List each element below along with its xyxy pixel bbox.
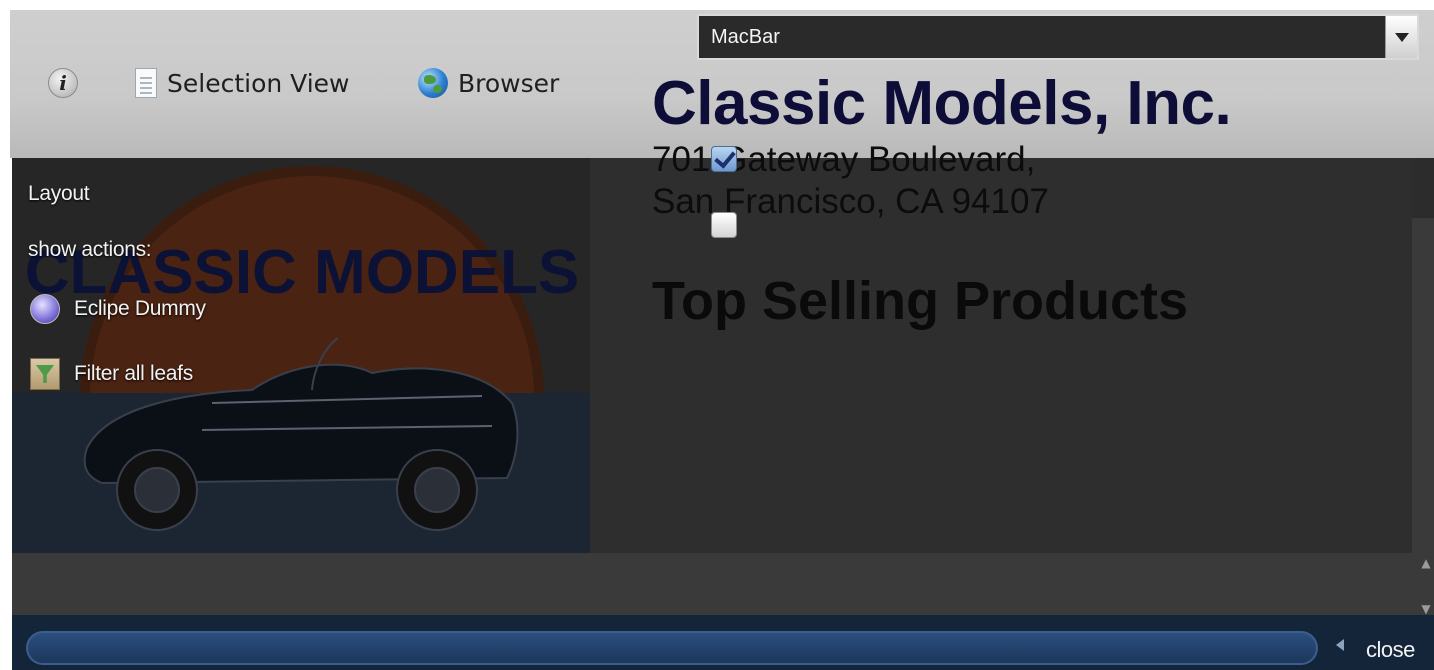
checkbox-unchecked[interactable] [711, 212, 737, 238]
close-button[interactable]: close [1366, 637, 1415, 663]
scroll-down-icon[interactable]: ▼ [1421, 602, 1430, 616]
scroll-left-icon[interactable] [1336, 639, 1344, 651]
layout-dropdown-value: MacBar [711, 25, 780, 48]
status-strip [12, 553, 1434, 615]
browser-button[interactable]: Browser [418, 68, 559, 98]
eclipse-icon [30, 294, 60, 324]
address-line-1: 701 Gateway Boulevard, [652, 140, 1036, 179]
app-window: i Selection View Browser CLASSIC MODELS [0, 0, 1434, 670]
selection-view-label: Selection View [167, 68, 350, 98]
info-icon[interactable]: i [48, 68, 78, 98]
browser-label: Browser [458, 68, 560, 98]
section-heading: Top Selling Products [652, 271, 1189, 331]
checkbox-checked[interactable] [711, 146, 737, 172]
classic-models-logo: CLASSIC MODELS [12, 166, 590, 553]
report-logo-panel: CLASSIC MODELS Layout show actions: Ecli… [12, 158, 590, 553]
action-label: Filter all leafs [74, 362, 193, 385]
filter-icon [30, 358, 60, 390]
chevron-down-icon[interactable] [1385, 16, 1417, 58]
action-filter-all-leafs[interactable]: Filter all leafs [30, 358, 193, 390]
action-label: Eclipe Dummy [74, 297, 206, 320]
scroll-up-icon[interactable]: ▲ [1421, 556, 1430, 570]
globe-icon [418, 68, 448, 98]
action-eclipe-dummy[interactable]: Eclipe Dummy [30, 294, 206, 324]
scroll-buttons[interactable]: ▲ ▼ [1418, 556, 1434, 616]
selection-view-button[interactable]: Selection View [135, 68, 349, 98]
show-actions-label: show actions: [28, 238, 152, 261]
company-name: Classic Models, Inc. [652, 69, 1232, 138]
bottom-bar: close [12, 615, 1434, 670]
vertical-scrollbar[interactable] [1412, 218, 1434, 553]
document-icon [135, 68, 157, 98]
layout-dropdown[interactable]: MacBar [697, 14, 1419, 60]
horizontal-scrollbar[interactable] [26, 631, 1318, 665]
layout-label: Layout [28, 182, 90, 205]
